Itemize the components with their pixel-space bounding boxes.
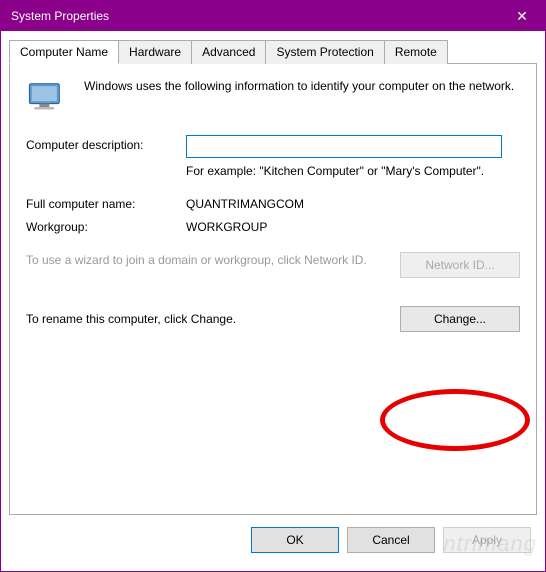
rename-row: To rename this computer, click Change. C… — [26, 306, 520, 332]
desc-example: For example: "Kitchen Computer" or "Mary… — [186, 164, 486, 178]
monitor-icon — [26, 80, 74, 117]
change-button[interactable]: Change... — [400, 306, 520, 332]
fullname-value: QUANTRIMANGCOM — [186, 194, 520, 211]
tab-system-protection[interactable]: System Protection — [265, 40, 384, 64]
window-title: System Properties — [11, 9, 499, 23]
titlebar: System Properties ✕ — [1, 1, 545, 31]
workgroup-row: Workgroup: WORKGROUP — [26, 217, 520, 234]
dialog-button-row: OK Cancel Apply — [1, 515, 545, 567]
tab-hardware[interactable]: Hardware — [118, 40, 192, 64]
computer-description-input[interactable] — [186, 135, 502, 158]
network-id-button: Network ID... — [400, 252, 520, 278]
network-id-row: To use a wizard to join a domain or work… — [26, 252, 520, 278]
workgroup-label: Workgroup: — [26, 217, 186, 234]
network-id-text: To use a wizard to join a domain or work… — [26, 252, 400, 268]
desc-input-wrap — [186, 135, 502, 158]
tab-row: Computer Name Hardware Advanced System P… — [9, 39, 537, 63]
tab-panel: Windows uses the following information t… — [9, 63, 537, 515]
intro-row: Windows uses the following information t… — [26, 78, 520, 117]
desc-row: Computer description: — [26, 135, 520, 158]
content-area: Computer Name Hardware Advanced System P… — [1, 31, 545, 515]
tab-computer-name[interactable]: Computer Name — [9, 40, 119, 64]
workgroup-value: WORKGROUP — [186, 217, 520, 234]
cancel-button[interactable]: Cancel — [347, 527, 435, 553]
close-button[interactable]: ✕ — [499, 1, 545, 31]
apply-button: Apply — [443, 527, 531, 553]
tab-remote[interactable]: Remote — [384, 40, 448, 64]
intro-text: Windows uses the following information t… — [84, 78, 520, 94]
fullname-label: Full computer name: — [26, 194, 186, 211]
close-icon: ✕ — [516, 8, 528, 25]
desc-label: Computer description: — [26, 135, 186, 152]
rename-text: To rename this computer, click Change. — [26, 311, 400, 327]
tab-container: Computer Name Hardware Advanced System P… — [9, 39, 537, 515]
fullname-row: Full computer name: QUANTRIMANGCOM — [26, 194, 520, 211]
highlight-ellipse — [380, 389, 530, 451]
ok-button[interactable]: OK — [251, 527, 339, 553]
tab-advanced[interactable]: Advanced — [191, 40, 266, 64]
